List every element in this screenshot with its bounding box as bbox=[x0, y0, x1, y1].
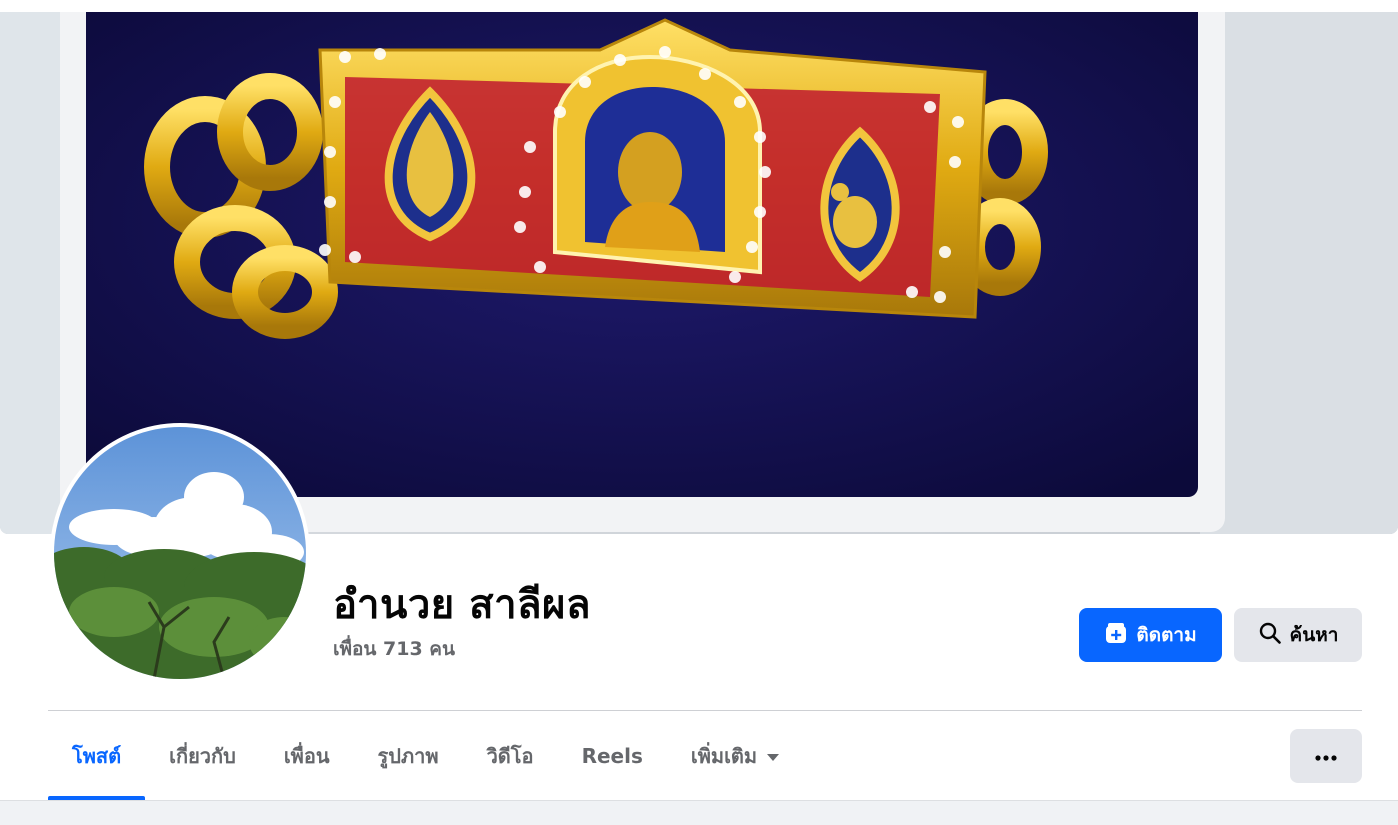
follow-plus-icon bbox=[1104, 621, 1128, 650]
friends-count-link[interactable]: เพื่อน 713 คน bbox=[333, 634, 455, 664]
search-button-label: ค้นหา bbox=[1289, 624, 1339, 646]
tab-more-label: เพิ่มเติม bbox=[690, 744, 758, 768]
search-button[interactable]: ค้นหา bbox=[1234, 608, 1362, 662]
tab-reels[interactable]: Reels bbox=[558, 712, 667, 800]
tab-posts-label: โพสต์ bbox=[72, 744, 122, 768]
tab-videos-label: วิดีโอ bbox=[486, 744, 534, 768]
tab-posts[interactable]: โพสต์ bbox=[48, 712, 146, 800]
tab-about[interactable]: เกี่ยวกับ bbox=[145, 712, 260, 800]
tab-more[interactable]: เพิ่มเติม bbox=[667, 712, 803, 800]
tab-reels-label: Reels bbox=[581, 744, 643, 768]
profile-name: อำนวย สาลีผล bbox=[333, 582, 591, 628]
tab-photos[interactable]: รูปภาพ bbox=[354, 712, 463, 800]
header-divider bbox=[48, 710, 1362, 711]
page-background-strip bbox=[0, 800, 1398, 825]
more-options-button[interactable] bbox=[1290, 729, 1362, 783]
profile-tabs: โพสต์ เกี่ยวกับ เพื่อน รูปภาพ วิดีโอ Ree… bbox=[48, 712, 803, 800]
follow-button-label: ติดตาม bbox=[1136, 624, 1197, 646]
profile-avatar[interactable] bbox=[50, 423, 310, 683]
follow-button[interactable]: ติดตาม bbox=[1079, 608, 1222, 662]
more-horizontal-icon bbox=[1314, 745, 1338, 767]
avatar-image bbox=[54, 427, 306, 679]
caret-down-icon bbox=[767, 753, 780, 761]
tab-friends[interactable]: เพื่อน bbox=[260, 712, 354, 800]
search-icon bbox=[1258, 621, 1282, 650]
tab-photos-label: รูปภาพ bbox=[377, 744, 439, 768]
tab-videos[interactable]: วิดีโอ bbox=[463, 712, 558, 800]
tab-about-label: เกี่ยวกับ bbox=[169, 744, 236, 768]
tab-friends-label: เพื่อน bbox=[283, 744, 330, 768]
